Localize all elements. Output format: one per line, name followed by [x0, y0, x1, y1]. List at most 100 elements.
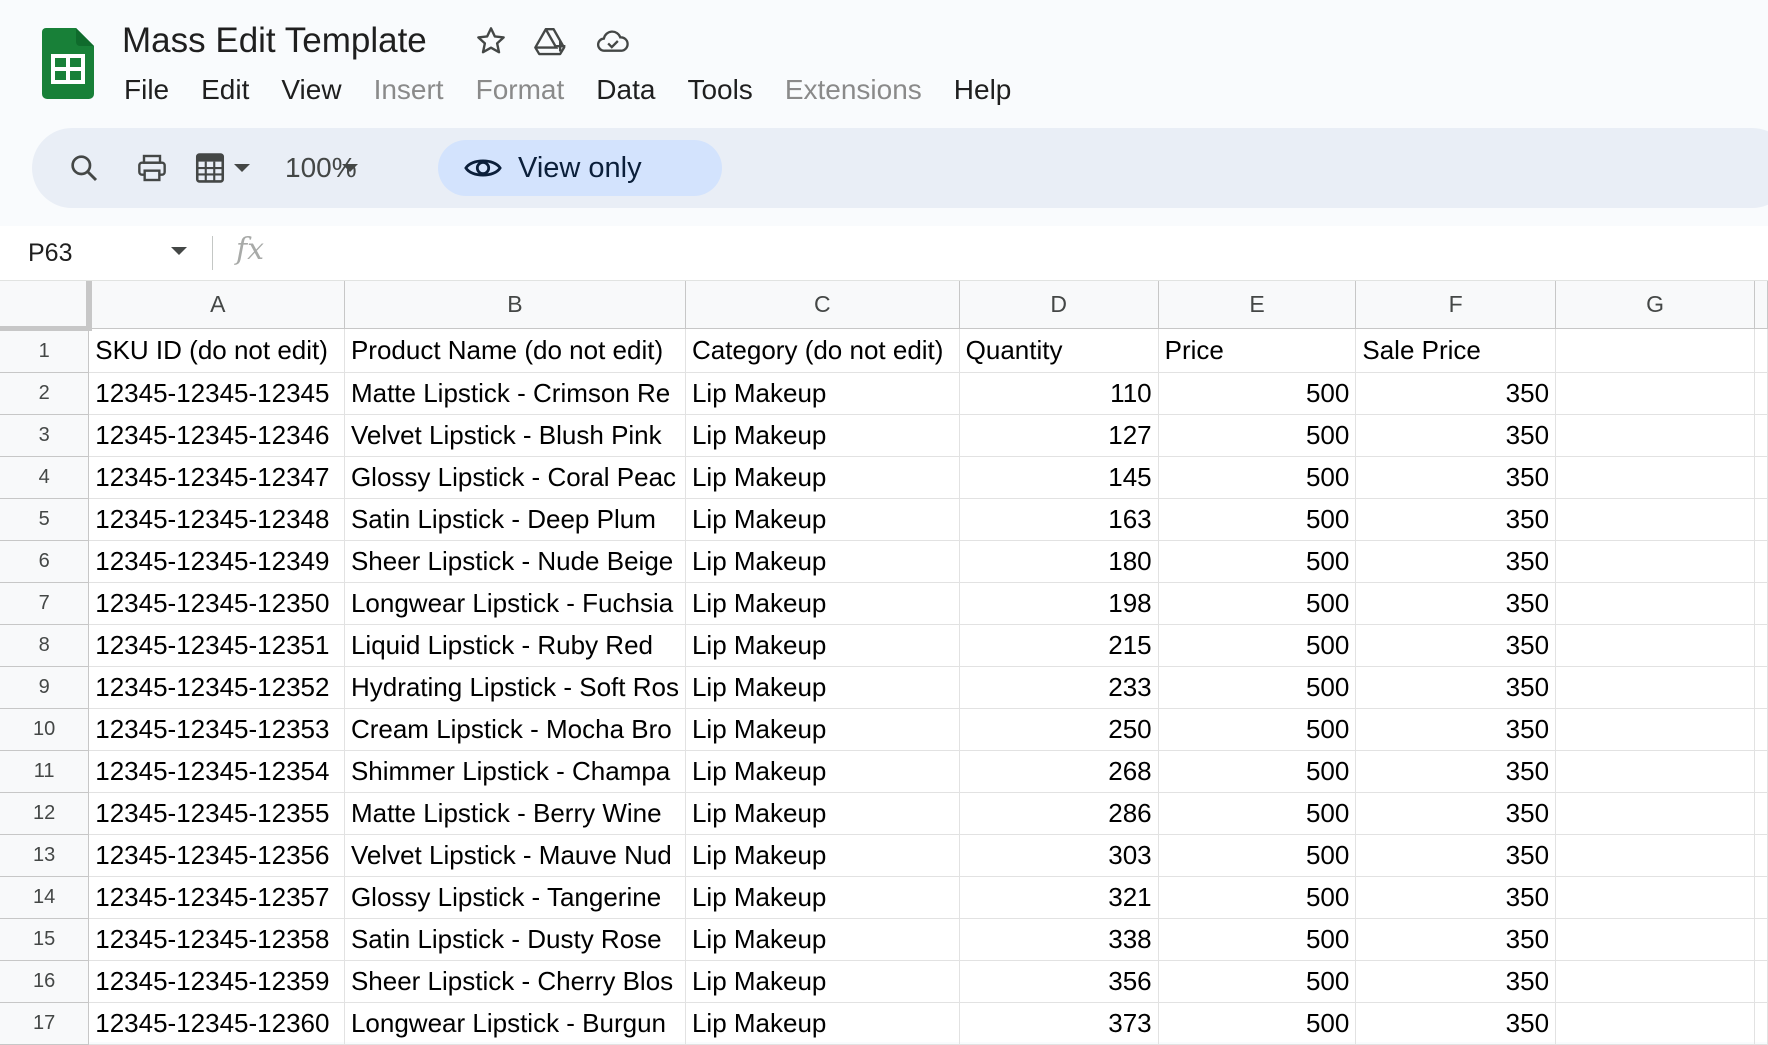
cell-h17[interactable]	[1754, 1002, 1768, 1045]
cell-g2[interactable]	[1555, 372, 1755, 415]
cell-g11[interactable]	[1555, 750, 1755, 793]
row-header[interactable]: 9	[0, 666, 90, 709]
row-header[interactable]: 12	[0, 792, 90, 835]
cell-a2[interactable]: 12345-12345-12345	[88, 372, 345, 415]
cell-f11[interactable]: 350	[1355, 750, 1557, 793]
cell-c16[interactable]: Lip Makeup	[685, 960, 960, 1003]
cell-e5[interactable]: 500	[1158, 498, 1357, 541]
cell-d10[interactable]: 250	[959, 708, 1159, 751]
cell-f16[interactable]: 350	[1355, 960, 1557, 1003]
cell-g3[interactable]	[1555, 414, 1755, 457]
column-header-a[interactable]: A	[88, 281, 345, 329]
cell-c9[interactable]: Lip Makeup	[685, 666, 960, 709]
cell-b9[interactable]: Hydrating Lipstick - Soft Ros	[344, 666, 686, 709]
cell-c13[interactable]: Lip Makeup	[685, 834, 960, 877]
row-header[interactable]: 10	[0, 708, 90, 751]
cell-b4[interactable]: Glossy Lipstick - Coral Peac	[344, 456, 686, 499]
column-header-g[interactable]: G	[1555, 281, 1755, 329]
cell-e17[interactable]: 500	[1158, 1002, 1357, 1045]
cell-e11[interactable]: 500	[1158, 750, 1357, 793]
cell-c4[interactable]: Lip Makeup	[685, 456, 960, 499]
cell-f9[interactable]: 350	[1355, 666, 1557, 709]
menu-view[interactable]: View	[265, 70, 357, 110]
row-header[interactable]: 4	[0, 456, 90, 499]
cell-e1[interactable]: Price	[1158, 328, 1357, 373]
row-header[interactable]: 6	[0, 540, 90, 583]
cell-b14[interactable]: Glossy Lipstick - Tangerine	[344, 876, 686, 919]
cell-h13[interactable]	[1754, 834, 1768, 877]
cell-f4[interactable]: 350	[1355, 456, 1557, 499]
cell-g9[interactable]	[1555, 666, 1755, 709]
cell-g8[interactable]	[1555, 624, 1755, 667]
cell-h14[interactable]	[1754, 876, 1768, 919]
cell-e15[interactable]: 500	[1158, 918, 1357, 961]
cell-h6[interactable]	[1754, 540, 1768, 583]
cell-d16[interactable]: 356	[959, 960, 1159, 1003]
cloud-saved-icon[interactable]	[596, 24, 630, 58]
cell-c17[interactable]: Lip Makeup	[685, 1002, 960, 1045]
cell-h3[interactable]	[1754, 414, 1768, 457]
cell-a8[interactable]: 12345-12345-12351	[88, 624, 345, 667]
cell-b11[interactable]: Shimmer Lipstick - Champa	[344, 750, 686, 793]
cell-f1[interactable]: Sale Price	[1355, 328, 1557, 373]
row-header[interactable]: 8	[0, 624, 90, 667]
name-box-dropdown-icon[interactable]	[170, 246, 188, 256]
cell-f5[interactable]: 350	[1355, 498, 1557, 541]
cell-b2[interactable]: Matte Lipstick - Crimson Re	[344, 372, 686, 415]
cell-e9[interactable]: 500	[1158, 666, 1357, 709]
cell-b12[interactable]: Matte Lipstick - Berry Wine	[344, 792, 686, 835]
cell-f10[interactable]: 350	[1355, 708, 1557, 751]
cell-c11[interactable]: Lip Makeup	[685, 750, 960, 793]
cell-h2[interactable]	[1754, 372, 1768, 415]
cell-a14[interactable]: 12345-12345-12357	[88, 876, 345, 919]
print-icon[interactable]	[132, 148, 172, 188]
cell-a3[interactable]: 12345-12345-12346	[88, 414, 345, 457]
cell-g5[interactable]	[1555, 498, 1755, 541]
cell-c14[interactable]: Lip Makeup	[685, 876, 960, 919]
cell-e10[interactable]: 500	[1158, 708, 1357, 751]
cell-h8[interactable]	[1754, 624, 1768, 667]
cell-f7[interactable]: 350	[1355, 582, 1557, 625]
chevron-down-icon[interactable]	[230, 148, 254, 188]
cell-a1[interactable]: SKU ID (do not edit)	[88, 328, 345, 373]
star-icon[interactable]	[474, 24, 508, 58]
row-header[interactable]: 13	[0, 834, 90, 877]
cell-e16[interactable]: 500	[1158, 960, 1357, 1003]
menu-help[interactable]: Help	[938, 70, 1028, 110]
row-header[interactable]: 3	[0, 414, 90, 457]
cell-f15[interactable]: 350	[1355, 918, 1557, 961]
cell-g6[interactable]	[1555, 540, 1755, 583]
column-header-e[interactable]: E	[1158, 281, 1357, 329]
cell-e4[interactable]: 500	[1158, 456, 1357, 499]
cell-b10[interactable]: Cream Lipstick - Mocha Bro	[344, 708, 686, 751]
search-icon[interactable]	[64, 148, 104, 188]
row-header[interactable]: 14	[0, 876, 90, 919]
move-to-drive-icon[interactable]	[534, 24, 568, 58]
cell-c12[interactable]: Lip Makeup	[685, 792, 960, 835]
cell-a15[interactable]: 12345-12345-12358	[88, 918, 345, 961]
cell-e3[interactable]: 500	[1158, 414, 1357, 457]
cell-a11[interactable]: 12345-12345-12354	[88, 750, 345, 793]
column-header-f[interactable]: F	[1355, 281, 1557, 329]
cell-a16[interactable]: 12345-12345-12359	[88, 960, 345, 1003]
row-header[interactable]: 2	[0, 372, 90, 415]
cell-f17[interactable]: 350	[1355, 1002, 1557, 1045]
cell-a13[interactable]: 12345-12345-12356	[88, 834, 345, 877]
cell-b15[interactable]: Satin Lipstick - Dusty Rose	[344, 918, 686, 961]
cell-g16[interactable]	[1555, 960, 1755, 1003]
column-header-d[interactable]: D	[959, 281, 1159, 329]
cell-d3[interactable]: 127	[959, 414, 1159, 457]
cell-e7[interactable]: 500	[1158, 582, 1357, 625]
cell-a6[interactable]: 12345-12345-12349	[88, 540, 345, 583]
cell-d6[interactable]: 180	[959, 540, 1159, 583]
column-header-h[interactable]	[1754, 281, 1768, 329]
cell-d17[interactable]: 373	[959, 1002, 1159, 1045]
cell-a9[interactable]: 12345-12345-12352	[88, 666, 345, 709]
cell-g7[interactable]	[1555, 582, 1755, 625]
cell-e6[interactable]: 500	[1158, 540, 1357, 583]
cell-b6[interactable]: Sheer Lipstick - Nude Beige	[344, 540, 686, 583]
cell-c15[interactable]: Lip Makeup	[685, 918, 960, 961]
row-header[interactable]: 7	[0, 582, 90, 625]
cell-g12[interactable]	[1555, 792, 1755, 835]
cell-f12[interactable]: 350	[1355, 792, 1557, 835]
